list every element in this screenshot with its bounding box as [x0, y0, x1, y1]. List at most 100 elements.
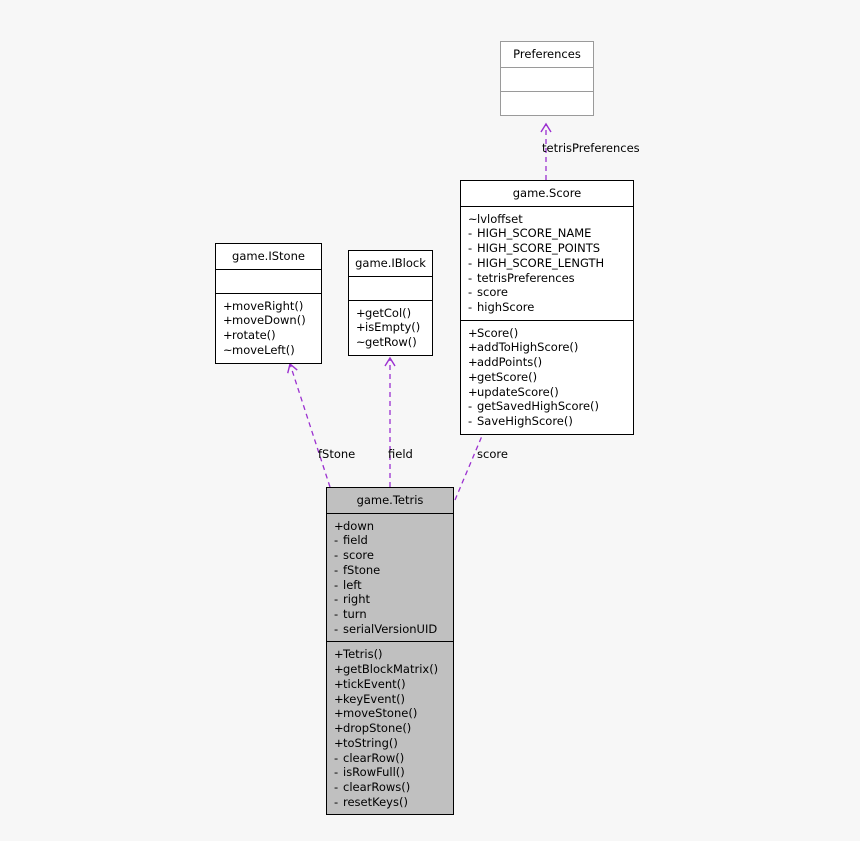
method-label: resetKeys() [343, 794, 408, 809]
attribute-label: fStone [343, 562, 381, 577]
method-row: +updateScore() [468, 385, 627, 400]
method-row: +keyEvent() [334, 692, 447, 707]
visibility-marker: - [334, 577, 339, 592]
attribute-row: - HIGH_SCORE_NAME [468, 226, 627, 241]
class-attributes-istone [216, 269, 321, 293]
visibility-marker: + [223, 298, 233, 313]
attribute-row: - serialVersionUID [334, 622, 447, 637]
method-row: +moveStone() [334, 706, 447, 721]
method-row: +isEmpty() [356, 320, 426, 335]
class-title-preferences: Preferences [501, 42, 593, 67]
attribute-row: - highScore [468, 300, 627, 315]
visibility-marker: - [334, 607, 339, 622]
attribute-row: - score [468, 285, 627, 300]
edge-label-fstone: fStone [318, 447, 356, 461]
attribute-label: HIGH_SCORE_NAME [477, 226, 592, 241]
visibility-marker: + [334, 676, 344, 691]
edge-fstone [287, 362, 331, 488]
method-label: rotate() [232, 328, 276, 343]
attribute-row: - turn [334, 607, 447, 622]
attribute-label: field [343, 533, 368, 548]
method-row: +addPoints() [468, 355, 627, 370]
visibility-marker: - [334, 548, 339, 563]
attribute-row: +down [334, 519, 447, 534]
visibility-marker: - [334, 779, 339, 794]
visibility-marker: - [468, 270, 473, 285]
attribute-label: score [477, 285, 508, 300]
method-row: ~moveLeft() [223, 343, 315, 358]
visibility-marker: + [468, 340, 478, 355]
edge-label-score: score [477, 447, 508, 461]
visibility-marker: ~ [223, 342, 233, 357]
method-row: - getSavedHighScore() [468, 399, 627, 414]
class-methods-tetris: +Tetris() +getBlockMatrix() +tickEvent()… [327, 642, 453, 815]
visibility-marker: + [468, 325, 478, 340]
class-box-iblock[interactable]: game.IBlock +getCol() +isEmpty() ~getRow… [348, 250, 433, 356]
method-label: tickEvent() [343, 676, 406, 691]
visibility-marker: - [334, 794, 339, 809]
method-row: +Score() [468, 326, 627, 341]
visibility-marker: + [468, 355, 478, 370]
method-row: +tickEvent() [334, 677, 447, 692]
attribute-row: - fStone [334, 563, 447, 578]
class-title-iblock: game.IBlock [349, 251, 432, 276]
method-row: +rotate() [223, 328, 315, 343]
method-label: keyEvent() [343, 691, 406, 706]
attribute-row: - HIGH_SCORE_POINTS [468, 241, 627, 256]
method-row: +moveDown() [223, 313, 315, 328]
attribute-label: highScore [477, 300, 535, 315]
class-attributes-iblock [349, 276, 432, 300]
visibility-marker: + [223, 313, 233, 328]
class-box-tetris[interactable]: game.Tetris +down - field - score - fStone … [326, 487, 454, 816]
method-label: getCol() [365, 305, 412, 320]
diagram-canvas: tetrisPreferences fStone field score Pre… [0, 0, 860, 841]
visibility-marker: - [468, 226, 473, 241]
class-methods-preferences [501, 91, 593, 115]
attribute-label: lvloffset [477, 211, 523, 226]
class-title-score: game.Score [461, 181, 633, 206]
method-label: getBlockMatrix() [343, 662, 439, 677]
visibility-marker: - [334, 621, 339, 636]
class-methods-iblock: +getCol() +isEmpty() ~getRow() [349, 300, 432, 355]
method-row: +dropStone() [334, 721, 447, 736]
attribute-row: - tetrisPreferences [468, 271, 627, 286]
method-label: moveStone() [343, 706, 418, 721]
method-label: isEmpty() [365, 320, 421, 335]
class-attributes-score: ~lvloffset - HIGH_SCORE_NAME - HIGH_SCORE_… [461, 206, 633, 320]
attribute-row: ~lvloffset [468, 212, 627, 227]
visibility-marker: + [356, 305, 366, 320]
class-box-score[interactable]: game.Score ~lvloffset - HIGH_SCORE_NAME -… [460, 180, 634, 435]
method-label: SaveHighScore() [477, 414, 573, 429]
method-label: getScore() [477, 369, 538, 384]
visibility-marker: + [334, 735, 344, 750]
visibility-marker: ~ [468, 211, 478, 226]
visibility-marker: - [468, 300, 473, 315]
visibility-marker: - [468, 399, 473, 414]
attribute-row: - right [334, 592, 447, 607]
method-label: getSavedHighScore() [477, 399, 600, 414]
class-box-istone[interactable]: game.IStone +moveRight() +moveDown() +ro… [215, 243, 322, 364]
attribute-row: - HIGH_SCORE_LENGTH [468, 256, 627, 271]
method-label: isRowFull() [343, 765, 405, 780]
visibility-marker: + [334, 662, 344, 677]
class-box-preferences[interactable]: Preferences [500, 41, 594, 116]
class-methods-score: +Score() +addToHighScore() +addPoints() … [461, 320, 633, 434]
attribute-label: right [343, 592, 371, 607]
visibility-marker: - [334, 562, 339, 577]
method-label: moveRight() [232, 298, 304, 313]
visibility-marker: - [334, 750, 339, 765]
visibility-marker: + [334, 647, 344, 662]
visibility-marker: - [468, 414, 473, 429]
class-title-tetris: game.Tetris [327, 488, 453, 513]
attribute-label: HIGH_SCORE_LENGTH [477, 255, 605, 270]
attribute-label: serialVersionUID [343, 621, 438, 636]
attribute-row: - field [334, 533, 447, 548]
visibility-marker: + [334, 691, 344, 706]
method-row: +Tetris() [334, 647, 447, 662]
method-label: clearRow() [343, 750, 405, 765]
method-row: - isRowFull() [334, 765, 447, 780]
method-row: - SaveHighScore() [468, 414, 627, 429]
class-attributes-preferences [501, 67, 593, 91]
method-label: moveLeft() [232, 342, 295, 357]
method-label: clearRows() [343, 779, 411, 794]
